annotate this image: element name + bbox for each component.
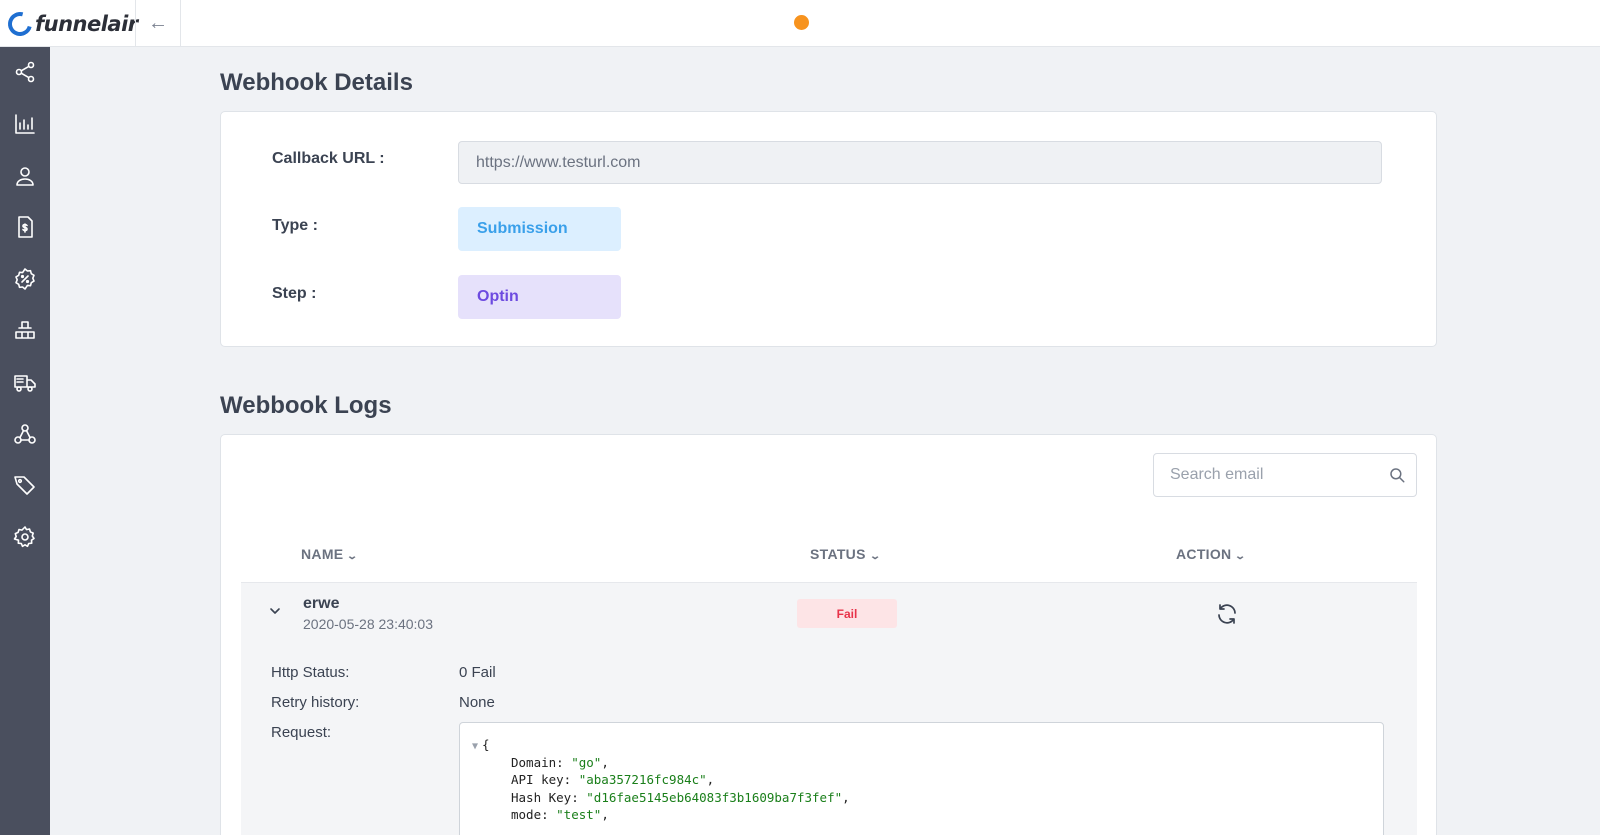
sidebar-item-products[interactable] xyxy=(0,311,50,351)
status-badge: Fail xyxy=(797,599,897,628)
webhook-details-card: Callback URL : Type : Submission Step : … xyxy=(220,111,1437,347)
invoice-dollar-icon xyxy=(18,216,33,238)
sidebar-item-funnels[interactable] xyxy=(0,52,50,92)
column-header-name[interactable]: NAME ⌄ xyxy=(301,546,359,562)
table-row[interactable]: erwe 2020-05-28 23:40:03 Fail xyxy=(241,582,1417,644)
back-button[interactable]: ← xyxy=(135,0,181,47)
search-email-input[interactable] xyxy=(1154,454,1374,496)
webhook-icon xyxy=(14,424,36,444)
callback-url-field[interactable] xyxy=(458,141,1382,184)
retry-history-value: None xyxy=(459,694,495,711)
column-header-status-label: STATUS xyxy=(810,546,866,562)
logo-mark-icon xyxy=(3,7,37,41)
step-label: Step : xyxy=(272,285,317,302)
json-value: "go" xyxy=(571,754,602,770)
retry-icon[interactable] xyxy=(1215,602,1239,626)
json-key: mode: xyxy=(511,807,557,822)
type-label: Type : xyxy=(272,217,318,234)
json-line: Domain: "go", xyxy=(472,755,1383,773)
sidebar-item-webhooks[interactable] xyxy=(0,414,50,454)
sidebar-item-orders[interactable] xyxy=(0,207,50,247)
http-status-label: Http Status: xyxy=(271,664,350,681)
json-line: mode: "test", xyxy=(472,807,1383,825)
json-sep: , xyxy=(842,789,850,805)
json-line: API key: "aba357216fc984c", xyxy=(472,772,1383,790)
json-value: "test" xyxy=(556,807,602,822)
retry-history-label: Retry history: xyxy=(271,694,360,711)
bar-chart-icon xyxy=(15,114,35,134)
delivery-truck-icon xyxy=(14,375,36,392)
log-detail-panel: Http Status: 0 Fail Retry history: None … xyxy=(241,644,1417,835)
step-badge: Optin xyxy=(458,275,621,319)
main-content: Webhook Details Callback URL : Type : Su… xyxy=(50,47,1600,835)
sidebar-item-analytics[interactable] xyxy=(0,104,50,144)
log-name: erwe xyxy=(303,595,340,612)
logo-text: funnelair xyxy=(35,12,138,36)
sidebar-item-tags[interactable] xyxy=(0,465,50,505)
json-sep: , xyxy=(601,754,609,770)
top-bar: funnelair ← xyxy=(0,0,1600,47)
column-header-name-label: NAME xyxy=(301,546,344,562)
column-header-action-label: ACTION xyxy=(1176,546,1232,562)
type-badge: Submission xyxy=(458,207,621,251)
callback-url-label: Callback URL : xyxy=(272,150,385,167)
user-icon xyxy=(16,167,34,186)
chevron-down-icon: ⌄ xyxy=(346,551,359,562)
webhook-logs-card: NAME⌄ STATUS⌄ ACTION⌄ erwe 2020-05-28 23… xyxy=(220,434,1437,835)
json-key: Domain: xyxy=(511,754,572,770)
json-value: "d16fae5145eb64083f3b1609ba7f3fef" xyxy=(586,789,843,805)
json-key: API key: xyxy=(511,772,579,787)
app-logo[interactable]: funnelair xyxy=(3,7,138,41)
request-json-viewer[interactable]: ▼ { Domain: "go", API key: "aba357216fc98… xyxy=(459,722,1384,835)
http-status-value: 0 Fail xyxy=(459,664,496,681)
collapse-triangle-icon[interactable]: ▼ xyxy=(472,741,478,752)
tags-icon xyxy=(14,476,35,495)
status-indicator-dot xyxy=(794,15,809,30)
chevron-down-icon[interactable] xyxy=(267,603,283,619)
sidebar-item-contacts[interactable] xyxy=(0,156,50,196)
boxes-icon xyxy=(15,321,35,339)
chevron-down-icon: ⌄ xyxy=(868,551,882,562)
json-sep: , xyxy=(601,807,609,822)
json-key: Hash Key: xyxy=(511,789,587,805)
gear-icon xyxy=(13,526,35,548)
share-nodes-icon xyxy=(15,61,35,83)
sidebar-item-coupons[interactable] xyxy=(0,259,50,299)
webhook-logs-title: Webbook Logs xyxy=(220,392,392,419)
sidebar-item-shipping[interactable] xyxy=(0,363,50,403)
discount-badge-icon xyxy=(15,268,35,290)
column-header-status[interactable]: STATUS ⌄ xyxy=(810,546,882,562)
json-value: "aba357216fc984c" xyxy=(578,772,707,787)
webhook-details-title: Webhook Details xyxy=(220,69,413,96)
sidebar-item-settings[interactable] xyxy=(0,517,50,557)
request-label: Request: xyxy=(271,724,332,741)
search-box xyxy=(1153,453,1417,497)
json-open-brace: { xyxy=(482,737,490,752)
search-icon[interactable] xyxy=(1388,466,1406,484)
json-sep: , xyxy=(706,772,715,787)
sidebar xyxy=(0,47,50,835)
arrow-left-icon: ← xyxy=(148,12,168,34)
log-timestamp: 2020-05-28 23:40:03 xyxy=(303,616,433,632)
column-header-action[interactable]: ACTION ⌄ xyxy=(1176,546,1247,562)
chevron-down-icon: ⌄ xyxy=(1234,551,1247,562)
json-line: Hash Key: "d16fae5145eb64083f3b1609ba7f3… xyxy=(472,790,1383,808)
